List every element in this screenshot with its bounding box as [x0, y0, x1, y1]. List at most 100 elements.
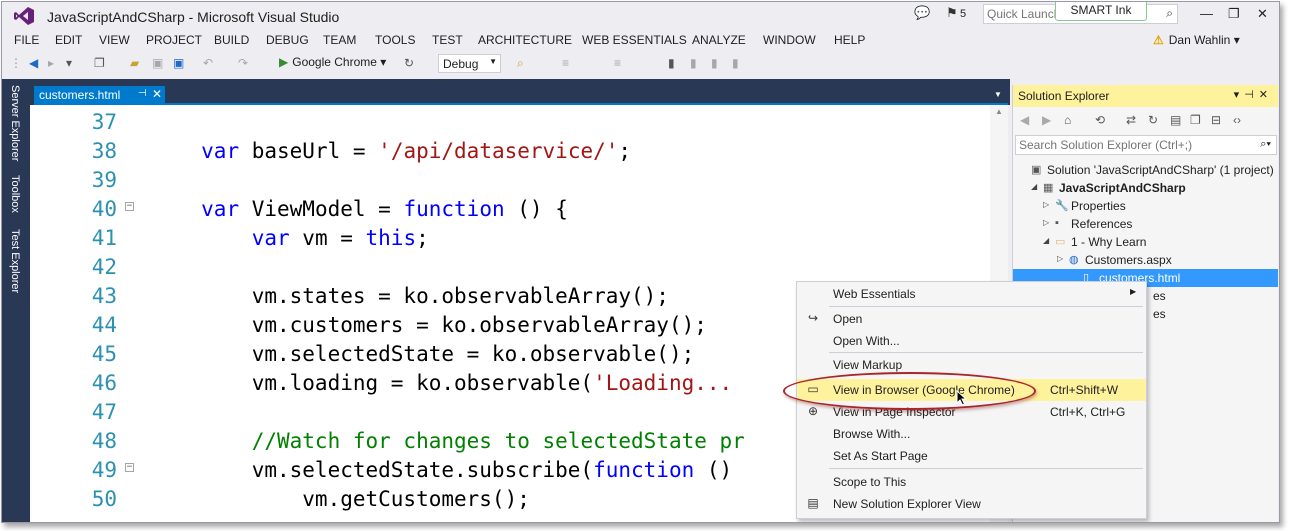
menu-web-essentials[interactable]: WEB ESSENTIALS [582, 33, 687, 47]
tab-overflow-icon[interactable]: ▼ [994, 90, 1002, 99]
pending-changes-icon[interactable]: ⟲ [1095, 113, 1105, 127]
context-menu-item[interactable]: Scope to This [797, 471, 1146, 493]
server-explorer-tab[interactable]: Server Explorer [9, 85, 21, 161]
code-token [100, 429, 252, 453]
feedback-icon[interactable]: 💬 [914, 5, 930, 21]
close-tab-icon[interactable]: ✕ [152, 87, 162, 101]
tree-item[interactable]: ▷🔧Properties [1013, 197, 1278, 215]
save-icon[interactable]: ▣ [152, 56, 163, 70]
tree-item-label: es [1153, 289, 1166, 303]
code-line[interactable]: 37 [30, 107, 1008, 136]
forward-dropdown-icon[interactable]: ▾ [66, 56, 72, 70]
user-account[interactable]: ⚠Dan Wahlin ▾ [1153, 33, 1240, 47]
bookmark-icon[interactable]: ▮ [668, 56, 675, 70]
menu-help[interactable]: HELP [834, 33, 865, 47]
window-title: JavaScriptAndCSharp - Microsoft Visual S… [47, 9, 339, 25]
expand-icon[interactable]: ▷ [1043, 218, 1049, 227]
tree-item[interactable]: ◢▦JavaScriptAndCSharp [1013, 179, 1278, 197]
next-bookmark-icon[interactable]: ▮ [711, 56, 718, 70]
tree-item[interactable]: ▷▪References [1013, 215, 1278, 233]
code-line[interactable]: 41 var vm = this; [30, 223, 1008, 252]
code-token: () { [505, 197, 568, 221]
context-menu-item[interactable]: ↪Open [797, 308, 1146, 330]
indent-icon[interactable]: ≡ [614, 56, 621, 70]
refresh-icon[interactable]: ↻ [1148, 113, 1158, 127]
expand-icon[interactable]: ▷ [1057, 254, 1063, 263]
view-code-icon[interactable]: ‹› [1233, 113, 1241, 127]
close-icon[interactable]: ✕ [1257, 6, 1268, 22]
home-icon[interactable]: ⌂ [1064, 113, 1071, 127]
menu-separator [829, 468, 1143, 469]
menu-file[interactable]: FILE [14, 33, 39, 47]
code-token: var [201, 139, 239, 163]
menu-build[interactable]: BUILD [214, 33, 249, 47]
menu-analyze[interactable]: ANALYZE [692, 33, 746, 47]
menu-edit[interactable]: EDIT [55, 33, 82, 47]
code-token: vm = [290, 226, 366, 250]
solution-explorer-title: Solution Explorer [1018, 89, 1109, 103]
context-menu-item[interactable]: Web Essentials▶ [797, 283, 1146, 305]
code-line[interactable]: 42 [30, 252, 1008, 281]
open-file-icon[interactable]: ▰ [130, 56, 139, 70]
menu-debug[interactable]: DEBUG [266, 33, 309, 47]
notification-count: 5 [960, 8, 966, 20]
context-menu-item[interactable]: Browse With... [797, 423, 1146, 445]
redo-icon[interactable]: ↷ [238, 56, 248, 70]
context-menu-item[interactable]: Open With... [797, 330, 1146, 352]
collapse-icon[interactable]: ◢ [1031, 182, 1037, 191]
code-line[interactable]: 40− var ViewModel = function () { [30, 194, 1008, 223]
menu-architecture[interactable]: ARCHITECTURE [478, 33, 572, 47]
mouse-cursor-icon [956, 390, 968, 406]
comment-icon[interactable]: ≡ [562, 56, 569, 70]
tree-item[interactable]: ▣Solution 'JavaScriptAndCSharp' (1 proje… [1013, 161, 1278, 179]
solution-explorer-search[interactable]: ⌕▾ [1015, 135, 1277, 155]
test-explorer-tab[interactable]: Test Explorer [9, 229, 21, 293]
panel-header-icons[interactable]: ▾⊣✕ [1234, 88, 1273, 101]
smart-ink-widget[interactable]: SMART Ink [1055, 1, 1147, 21]
refresh-icon[interactable]: ↻ [404, 56, 414, 70]
context-menu-shortcut: Ctrl+Shift+W [1050, 383, 1118, 397]
notifications-flag-icon[interactable]: ⚑ [946, 5, 958, 21]
code-line[interactable]: 38 var baseUrl = '/api/dataservice/'; [30, 136, 1008, 165]
menu-project[interactable]: PROJECT [146, 33, 202, 47]
open-icon: ↪ [805, 311, 821, 325]
expand-icon[interactable]: ▷ [1043, 200, 1049, 209]
solution-explorer-search-input[interactable] [1016, 136, 1246, 153]
forward-icon[interactable]: ▸ [48, 56, 54, 70]
properties-icon[interactable]: ⊟ [1211, 113, 1221, 127]
new-project-icon[interactable]: ❐ [94, 56, 105, 70]
undo-icon[interactable]: ↶ [203, 56, 213, 70]
menu-test[interactable]: TEST [432, 33, 463, 47]
restore-icon[interactable]: ❐ [1228, 6, 1240, 22]
collapse-icon[interactable]: ◢ [1043, 236, 1049, 245]
tree-item-label: es [1153, 307, 1166, 321]
start-debugging-button[interactable]: ▶Google Chrome ▾ [279, 55, 386, 69]
collapse-all-icon[interactable]: ▤ [1170, 113, 1181, 127]
context-menu-item[interactable]: View Markup [797, 354, 1146, 376]
toolbox-tab[interactable]: Toolbox [9, 175, 21, 213]
clear-bookmarks-icon[interactable]: ▮ [732, 56, 739, 70]
menu-window[interactable]: WINDOW [763, 33, 816, 47]
menu-view[interactable]: VIEW [99, 33, 130, 47]
pin-icon[interactable]: ⊣ [138, 88, 147, 99]
back-icon[interactable]: ◀ [1020, 113, 1029, 127]
save-all-icon[interactable]: ▣ [173, 56, 184, 70]
context-menu-item[interactable]: Set As Start Page [797, 445, 1146, 467]
tree-item[interactable]: ◢▭1 - Why Learn [1013, 233, 1278, 251]
sync-icon[interactable]: ⇄ [1126, 113, 1136, 127]
menu-tools[interactable]: TOOLS [375, 33, 415, 47]
prev-bookmark-icon[interactable]: ▮ [690, 56, 697, 70]
find-in-files-icon[interactable]: ⌕ [517, 56, 524, 71]
solution-configuration-select[interactable]: Debug▼ [438, 54, 501, 73]
show-all-files-icon[interactable]: ❐ [1190, 113, 1201, 127]
scroll-up-icon[interactable]: ▲ [995, 107, 1003, 116]
menu-team[interactable]: TEAM [323, 33, 356, 47]
tree-item[interactable]: ▷◍Customers.aspx [1013, 251, 1278, 269]
context-menu-item[interactable]: ▤New Solution Explorer View [797, 493, 1146, 515]
code-line[interactable]: 39 [30, 165, 1008, 194]
search-icon[interactable]: ⌕ [1166, 6, 1173, 21]
forward-icon[interactable]: ▶ [1042, 113, 1051, 127]
minimize-icon[interactable]: — [1200, 6, 1213, 21]
search-icon[interactable]: ⌕▾ [1260, 138, 1271, 151]
back-icon[interactable]: ◀ [29, 56, 38, 70]
